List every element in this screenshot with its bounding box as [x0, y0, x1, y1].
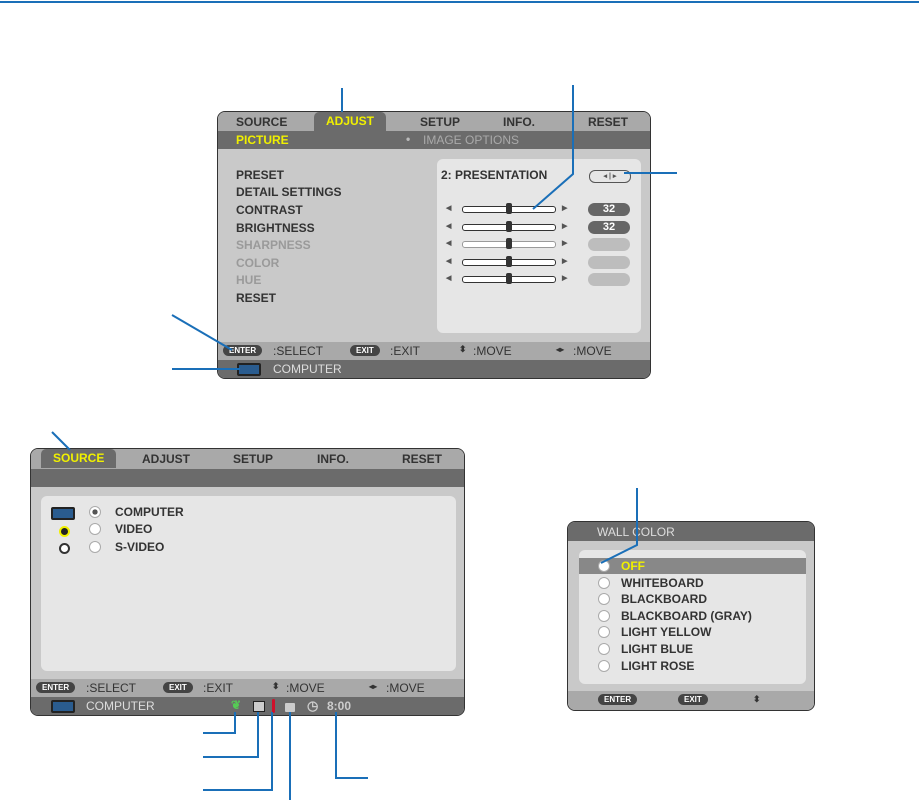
callout-line [600, 488, 638, 564]
callout-line [532, 85, 574, 210]
callout-lines [0, 1, 919, 800]
callout-line [51, 431, 71, 451]
callout-line [203, 712, 273, 791]
callout-line [335, 712, 368, 779]
callout-line [203, 712, 236, 734]
callout-line [171, 314, 233, 351]
callout-line [203, 712, 259, 758]
